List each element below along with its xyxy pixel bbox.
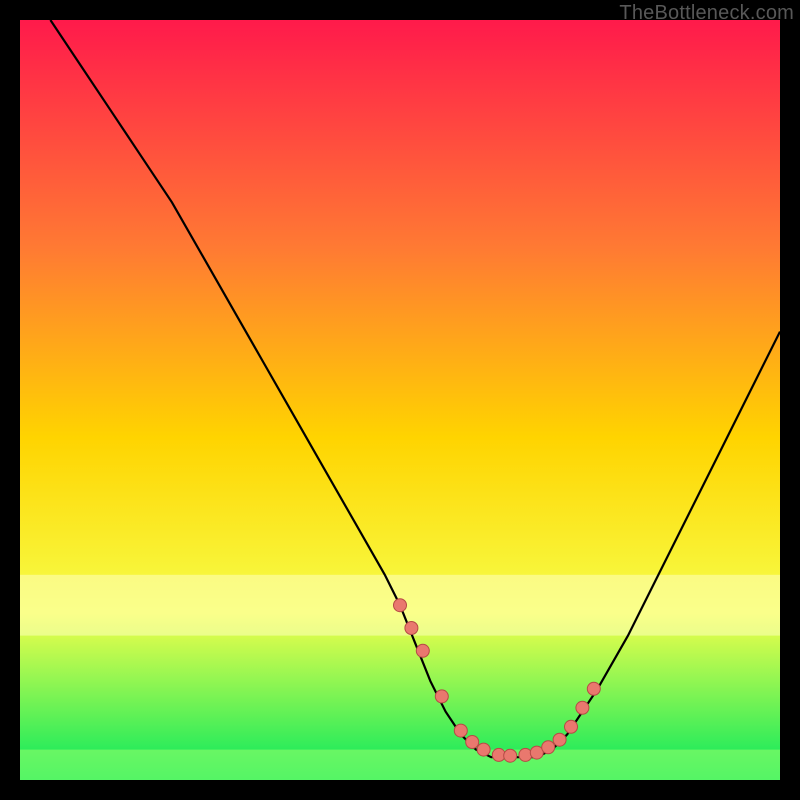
green-band bbox=[20, 750, 780, 780]
data-point bbox=[519, 748, 532, 761]
data-point bbox=[553, 733, 566, 746]
bottleneck-chart bbox=[20, 20, 780, 780]
data-point bbox=[565, 720, 578, 733]
gradient-background bbox=[20, 20, 780, 780]
data-point bbox=[504, 749, 517, 762]
watermark-text: TheBottleneck.com bbox=[619, 2, 794, 25]
data-point bbox=[416, 644, 429, 657]
data-point bbox=[542, 741, 555, 754]
data-point bbox=[435, 690, 448, 703]
chart-frame bbox=[20, 20, 780, 780]
data-point bbox=[477, 743, 490, 756]
data-point bbox=[405, 622, 418, 635]
data-point bbox=[466, 736, 479, 749]
data-point bbox=[394, 599, 407, 612]
data-point bbox=[587, 682, 600, 695]
data-point bbox=[576, 701, 589, 714]
data-point bbox=[454, 724, 467, 737]
